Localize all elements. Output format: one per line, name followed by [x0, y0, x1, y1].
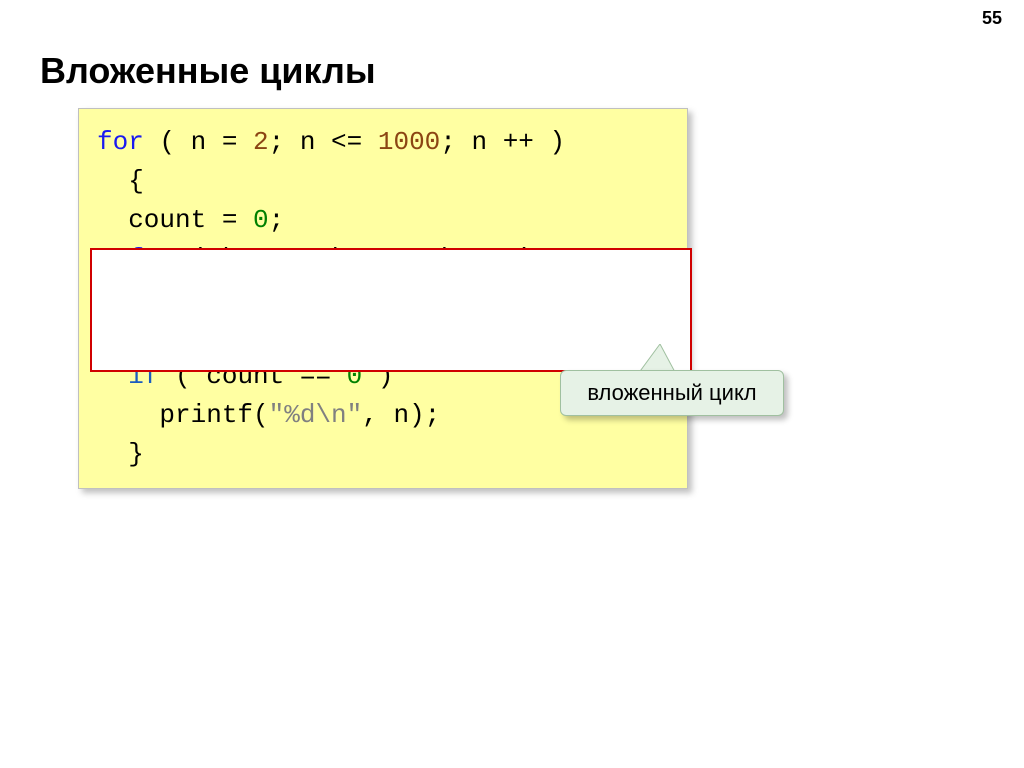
keyword-if: if [175, 283, 206, 313]
code-text: { [97, 166, 144, 196]
page-number: 55 [982, 8, 1002, 29]
code-text: } [97, 439, 144, 469]
code-text: ( count == [159, 361, 346, 391]
code-zero: 0 [253, 205, 269, 235]
code-text: ; n ++ ) [440, 127, 565, 157]
code-text: ; n <= [269, 127, 378, 157]
code-text: ; k < n; k ++ ) [300, 244, 534, 274]
code-block: for ( n = 2; n <= 1000; n ++ ) { count =… [78, 108, 688, 489]
code-text: , n); [362, 400, 440, 430]
keyword-if: if [128, 361, 159, 391]
code-text: ( k = [175, 244, 284, 274]
code-number: 1000 [378, 127, 440, 157]
code-zero: 0 [393, 283, 409, 313]
code-text: printf( [97, 400, 269, 430]
callout-text: вложенный цикл [587, 380, 756, 406]
code-number: 2 [284, 244, 300, 274]
code-text: ( n = [144, 127, 253, 157]
keyword-for: for [128, 244, 175, 274]
slide-title: Вложенные циклы [40, 50, 376, 92]
code-number: 2 [253, 127, 269, 157]
code-text: ) [362, 361, 393, 391]
code-text: ; [269, 205, 285, 235]
code-text: ) [409, 283, 440, 313]
code-text: count ++; [97, 322, 347, 352]
code-string: "%d\n" [269, 400, 363, 430]
callout-label: вложенный цикл [560, 370, 784, 416]
code-text: ( n % k == [206, 283, 393, 313]
code-zero: 0 [347, 361, 363, 391]
keyword-for: for [97, 127, 144, 157]
code-text: count = [97, 205, 253, 235]
